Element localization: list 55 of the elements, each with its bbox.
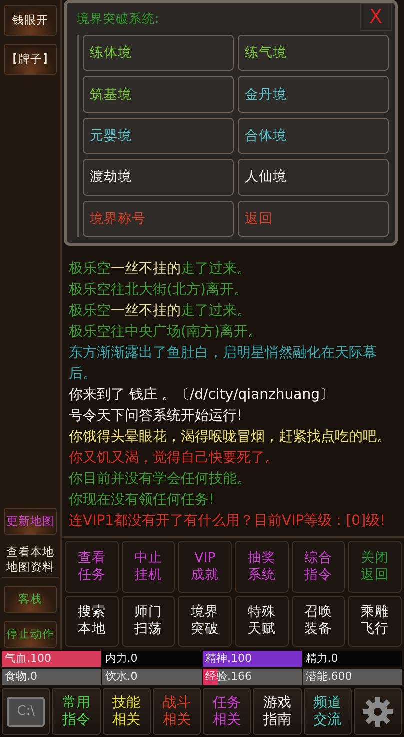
stat-label: 饮水.0 (104, 670, 138, 683)
command-button[interactable]: 境界突破 (178, 596, 232, 647)
log-line: 你饿得头晕眼花，渴得喉咙冒烟，赶紧找点吃的吧。 (69, 428, 392, 447)
sidebar-button[interactable]: 【牌子】 (4, 44, 57, 75)
settings-icon (360, 694, 395, 728)
command-button[interactable]: 中止挂机 (122, 541, 176, 592)
stat-label: 潜能.600 (304, 670, 352, 683)
realm-option[interactable]: 练气境 (238, 35, 389, 72)
realm-option[interactable]: 元婴境 (83, 118, 234, 154)
command-button[interactable]: 召唤装备 (292, 596, 346, 647)
sidebar-button[interactable]: 客栈 (4, 586, 57, 613)
realm-option[interactable]: 金丹境 (238, 76, 389, 113)
log-line: 你目前并没有学会任何技能。 (69, 470, 252, 489)
log-line: 你来到了 钱庄 。〔/d/city/qianzhuang〕 (69, 386, 335, 405)
menu-tab[interactable]: 任务相关 (203, 688, 252, 735)
realm-option[interactable]: 筑基境 (83, 76, 234, 113)
log-line: 号令天下问答系统开始运行! (69, 407, 244, 426)
sidebar-link[interactable]: 查看本地地图资料 (2, 543, 59, 578)
settings-button[interactable] (354, 688, 402, 735)
command-button[interactable]: 查看任务 (65, 541, 119, 592)
stat-label: 气血.100 (4, 652, 52, 665)
realm-option[interactable]: 练体境 (83, 35, 234, 72)
log-line: 极乐空往北大街(北方)离开。 (69, 281, 249, 300)
sidebar-button[interactable]: 停止动作 (4, 621, 57, 648)
console-icon: C:\ (7, 696, 46, 726)
command-button[interactable]: 师门扫荡 (122, 596, 176, 647)
stat-label: 精力.0 (304, 652, 338, 665)
menu-tab[interactable]: 技能相关 (102, 688, 151, 735)
log-line: 你又饥又渴，觉得自己快要死了。 (69, 449, 280, 468)
command-button[interactable]: 综合指令 (292, 541, 346, 592)
realm-option[interactable]: 人仙境 (238, 159, 389, 196)
realm-option[interactable]: 合体境 (238, 118, 389, 154)
menu-tab[interactable]: 战斗相关 (152, 688, 201, 735)
menu-tab[interactable]: 频道交流 (304, 688, 352, 735)
log-line: 东方渐渐露出了鱼肚白，启明星悄然融化在天际幕后。 (69, 344, 378, 384)
command-button[interactable]: 特殊天赋 (235, 596, 289, 647)
command-button[interactable]: 搜索本地 (65, 596, 119, 647)
log-line: 你现在没有领任何任务! (69, 491, 216, 510)
menu-tab[interactable]: 常用指令 (52, 688, 100, 735)
sidebar-button[interactable]: 更新地图 (4, 508, 57, 535)
sidebar-button[interactable]: 钱眼开 (4, 5, 57, 36)
realm-option[interactable]: 渡劫境 (83, 159, 234, 196)
log-line: 极乐空往中央广场(南方)离开。 (69, 323, 263, 342)
command-button[interactable]: 抽奖系统 (235, 541, 289, 592)
dialog-title: 境界突破系统: (77, 11, 160, 28)
command-button[interactable]: 乘雕飞行 (348, 596, 402, 647)
stat-label: 精神.100 (204, 652, 252, 665)
stat-label: 食物.0 (4, 670, 38, 683)
log-line: 极乐空一丝不挂的走了过来。 (69, 302, 252, 321)
command-button[interactable]: 关闭返回 (348, 541, 402, 592)
log-line: 极乐空一丝不挂的走了过来。 (69, 260, 252, 279)
log-line: 连VIP1都没有开了有什么用？目前VIP等级：[0]级! (69, 512, 387, 531)
menu-tab[interactable]: 游戏指南 (253, 688, 302, 735)
stat-label: 内力.0 (104, 652, 138, 665)
command-button[interactable]: VIP成就 (178, 541, 232, 592)
